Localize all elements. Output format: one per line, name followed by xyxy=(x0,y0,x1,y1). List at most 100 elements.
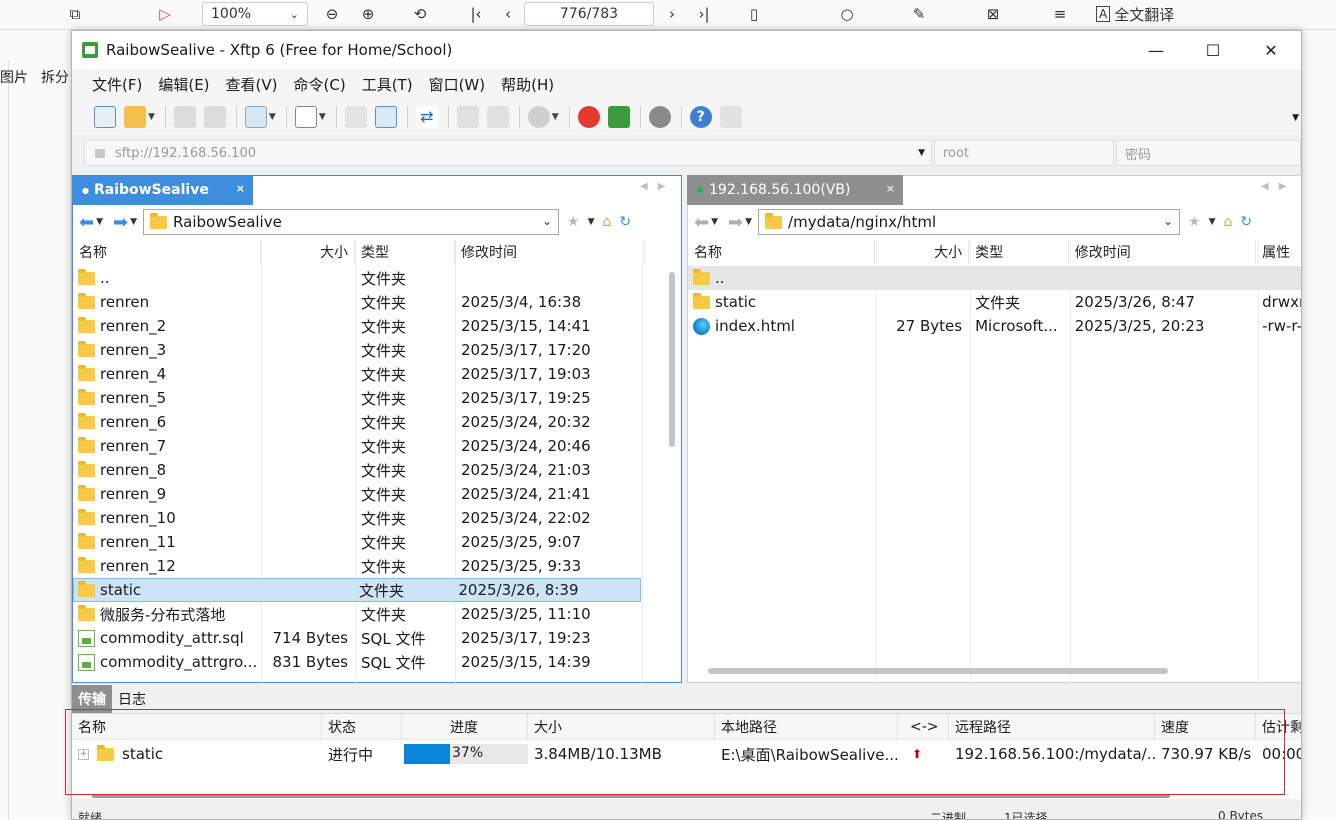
username-input[interactable]: root xyxy=(934,140,1114,166)
transfer-row[interactable]: + static 进行中 37% 3.84MB/10.13MB E:\桌面\Ra… xyxy=(72,740,1301,768)
table-row[interactable]: renren 文件夹 2025/3/4, 16:38 xyxy=(73,290,681,314)
menu-view[interactable]: 查看(V) xyxy=(218,74,286,95)
page-indicator[interactable]: 776/783 xyxy=(524,2,654,26)
zoom-select[interactable]: 100% ⌄ xyxy=(202,2,308,26)
book-icon[interactable]: ▯ xyxy=(742,2,766,26)
sync-arrows-icon[interactable]: ⇄ xyxy=(415,106,438,128)
tab-log[interactable]: 日志 xyxy=(112,685,152,713)
maximize-button[interactable]: ☐ xyxy=(1184,31,1242,69)
col-name[interactable]: 名称 xyxy=(688,240,876,264)
col-progress[interactable]: 进度 xyxy=(402,713,528,740)
forward-arrow-icon[interactable]: ➡ xyxy=(728,212,743,233)
host-address-input[interactable]: sftp://192.168.56.100 ▼ xyxy=(84,140,932,166)
crop-icon[interactable]: ⊠ xyxy=(980,2,1006,26)
col-transfer-name[interactable]: 名称 xyxy=(72,713,322,740)
menu-tools[interactable]: 工具(T) xyxy=(354,74,421,95)
col-size[interactable]: 大小 xyxy=(261,240,355,264)
chevron-down-icon[interactable]: ▼ xyxy=(918,148,925,158)
zoom-in-icon[interactable]: ⊕ xyxy=(356,2,380,26)
table-row[interactable]: renren_11 文件夹 2025/3/25, 9:07 xyxy=(73,530,681,554)
col-direction[interactable]: <-> xyxy=(898,713,949,740)
col-remote-path[interactable]: 远程路径 xyxy=(949,713,1155,740)
menu-file[interactable]: 文件(F) xyxy=(84,74,150,95)
gear-icon[interactable] xyxy=(648,106,671,128)
col-modified[interactable]: 修改时间 xyxy=(455,240,645,264)
sidebar-label-image[interactable]: 图片 xyxy=(0,67,28,87)
remote-path-input[interactable]: /mydata/nginx/html ⌄ xyxy=(758,209,1181,235)
chevron-down-icon[interactable]: ▼ xyxy=(588,217,595,227)
connect-icon[interactable] xyxy=(173,106,196,128)
table-row[interactable]: .. xyxy=(688,266,1301,290)
chevron-down-icon[interactable]: ▼ xyxy=(130,217,137,227)
favorite-star-icon[interactable]: ★ xyxy=(567,214,580,230)
next-page-icon[interactable]: › xyxy=(660,2,684,26)
status-icon[interactable] xyxy=(527,106,550,128)
edit-icon[interactable]: ✎ xyxy=(906,2,932,26)
rotate-icon[interactable]: ⟲ xyxy=(408,2,432,26)
local-path-input[interactable]: RaibowSealive ⌄ xyxy=(143,209,560,235)
paste-icon[interactable] xyxy=(486,106,509,128)
chevron-down-icon[interactable]: ▼ xyxy=(711,217,718,227)
text-icon[interactable]: ≡ xyxy=(1044,2,1076,26)
col-local-path[interactable]: 本地路径 xyxy=(715,713,898,740)
col-modified[interactable]: 修改时间 xyxy=(1069,240,1257,264)
col-type[interactable]: 类型 xyxy=(355,240,455,264)
back-arrow-icon[interactable]: ⬅ xyxy=(694,212,709,233)
first-page-icon[interactable]: |‹ xyxy=(464,2,488,26)
table-row[interactable]: renren_9 文件夹 2025/3/24, 21:41 xyxy=(73,482,681,506)
upload-icon[interactable] xyxy=(374,106,397,128)
copy-icon[interactable]: ⧉ xyxy=(60,2,90,26)
col-attributes[interactable]: 属性 xyxy=(1256,240,1301,264)
expand-icon[interactable]: + xyxy=(78,748,89,760)
terminal-icon[interactable] xyxy=(294,106,317,128)
chevron-down-icon[interactable]: ▼ xyxy=(552,112,559,122)
copy-icon[interactable] xyxy=(456,106,479,128)
tab-scroll-arrows-icon[interactable]: ◀▶ xyxy=(1261,181,1296,192)
chevron-down-icon[interactable]: ⌄ xyxy=(1163,214,1173,228)
new-session-icon[interactable] xyxy=(94,106,116,128)
minimize-button[interactable]: — xyxy=(1127,31,1185,69)
col-size[interactable]: 大小 xyxy=(528,713,715,740)
menu-command[interactable]: 命令(C) xyxy=(286,74,354,95)
tab-close-icon[interactable]: × xyxy=(886,182,895,195)
password-input[interactable]: 密码 xyxy=(1116,140,1301,166)
play-icon[interactable]: ▷ xyxy=(150,2,180,26)
col-eta[interactable]: 估计剩 xyxy=(1256,714,1301,740)
tab-local-session[interactable]: ● RaibowSealive × xyxy=(72,175,253,205)
table-row[interactable]: renren_12 文件夹 2025/3/25, 9:33 xyxy=(73,554,681,578)
forward-arrow-icon[interactable]: ➡ xyxy=(113,212,128,233)
table-row[interactable]: commodity_attrgro... 831 Bytes SQL 文件 2025/… xyxy=(73,650,681,674)
chevron-down-icon[interactable]: ⌄ xyxy=(542,214,552,228)
xshell-icon[interactable] xyxy=(577,106,600,128)
col-type[interactable]: 类型 xyxy=(969,240,1069,264)
properties-icon[interactable] xyxy=(244,106,267,128)
open-folder-icon[interactable] xyxy=(124,106,146,128)
col-status[interactable]: 状态 xyxy=(322,713,402,740)
table-row[interactable]: commodity_attr.sql 714 Bytes SQL 文件 2025/3/… xyxy=(73,626,681,650)
chevron-down-icon[interactable]: ▼ xyxy=(148,112,155,122)
local-vertical-scrollbar[interactable] xyxy=(669,272,675,447)
chat-icon[interactable] xyxy=(719,106,742,128)
help-icon[interactable]: ? xyxy=(689,106,712,128)
chevron-down-icon[interactable]: ▼ xyxy=(269,112,276,122)
transfer-horizontal-scrollbar[interactable] xyxy=(92,794,1170,798)
chevron-down-icon[interactable]: ▼ xyxy=(96,217,103,227)
chevron-down-icon[interactable]: ▼ xyxy=(1209,217,1216,227)
table-row[interactable]: renren_3 文件夹 2025/3/17, 17:20 xyxy=(73,338,681,362)
prev-page-icon[interactable]: ‹ xyxy=(496,2,520,26)
chevron-down-icon[interactable]: ▼ xyxy=(319,112,326,122)
table-row[interactable]: renren_4 文件夹 2025/3/17, 19:03 xyxy=(73,362,681,386)
zoom-out-icon[interactable]: ⊖ xyxy=(320,2,344,26)
parent-folder-icon[interactable]: ⌂ xyxy=(1224,214,1233,230)
table-row[interactable]: static 文件夹 2025/3/26, 8:47 drwxr xyxy=(688,290,1301,314)
download-icon[interactable] xyxy=(344,106,367,128)
col-name[interactable]: 名称 xyxy=(73,240,261,264)
table-row[interactable]: 微服务-分布式落地 文件夹 2025/3/25, 11:10 xyxy=(73,602,681,626)
table-row[interactable]: renren_6 文件夹 2025/3/24, 20:32 xyxy=(73,410,681,434)
col-speed[interactable]: 速度 xyxy=(1155,713,1256,740)
favorite-star-icon[interactable]: ★ xyxy=(1188,214,1201,230)
xftp-icon[interactable] xyxy=(607,106,630,128)
refresh-icon[interactable]: ↻ xyxy=(619,214,631,230)
sidebar-label-split[interactable]: 拆分 xyxy=(41,67,69,87)
table-row[interactable]: renren_10 文件夹 2025/3/24, 22:02 xyxy=(73,506,681,530)
